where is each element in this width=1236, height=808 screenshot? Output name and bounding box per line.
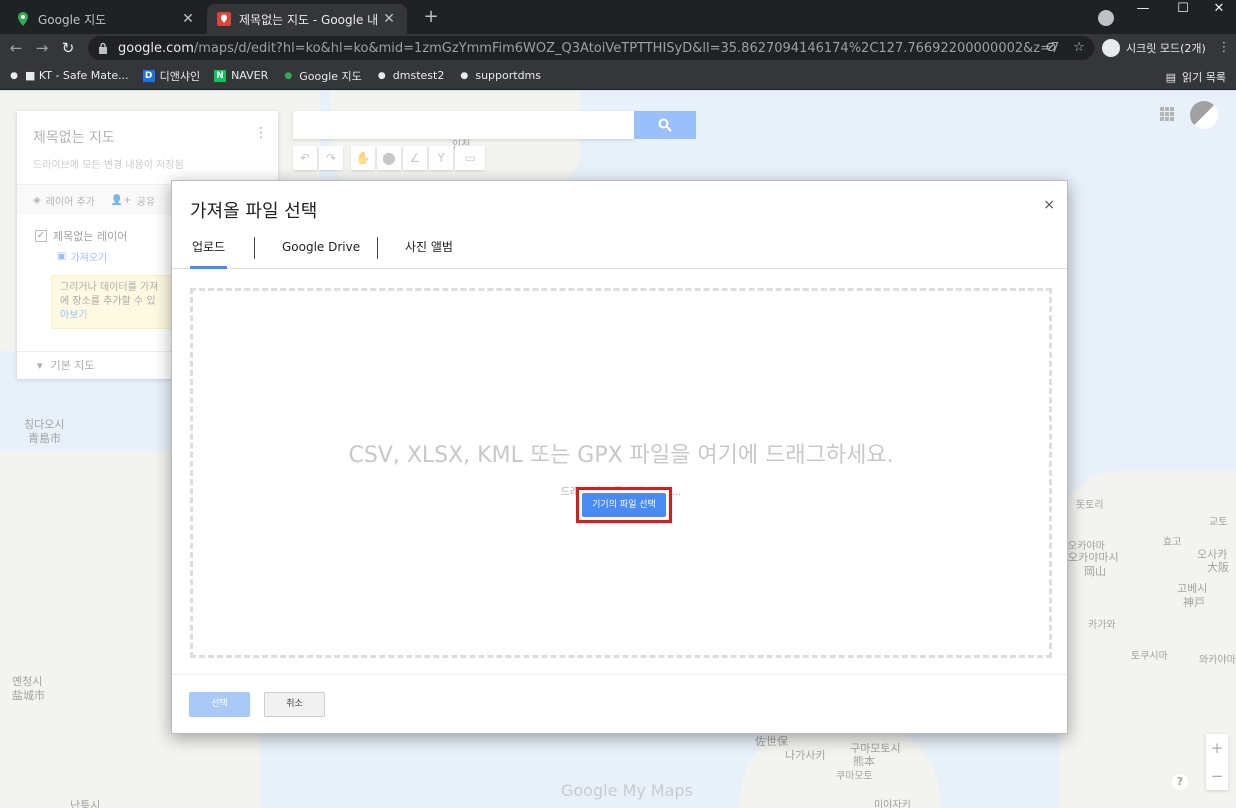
back-arrow-icon[interactable]: ←: [6, 38, 26, 58]
bookmark-naver[interactable]: N NAVER: [214, 69, 268, 82]
url-domain: google.com: [118, 40, 194, 56]
drop-instructions: CSV, XLSX, KML 또는 GPX 파일을 여기에 드래그하세요.: [348, 443, 894, 468]
dialog-tabs: 업로드 Google Drive 사진 앨범: [172, 233, 1067, 269]
address-bar[interactable]: google.com/maps/d/edit?hl=ko&hl=ko&mid=1…: [88, 36, 1094, 60]
reload-icon[interactable]: ↻: [58, 38, 78, 58]
bookmark-dmstest2[interactable]: ● dmstest2: [376, 69, 445, 82]
google-maps-pin-icon: [16, 12, 30, 26]
dnshine-icon: D: [142, 69, 155, 82]
bookmark-kt[interactable]: ● ■ KT - Safe Mate...: [8, 69, 129, 82]
tab-close-icon[interactable]: ✕: [381, 11, 397, 27]
incognito-label: 시크릿 모드(2개): [1126, 42, 1206, 55]
tab-upload[interactable]: 업로드: [190, 233, 228, 269]
tab-google-drive[interactable]: Google Drive: [282, 233, 360, 269]
browser-tab-bar: Google 지도 ✕ 제목없는 지도 - Google 내 지도 ✕ + — …: [0, 0, 1236, 34]
forward-arrow-icon[interactable]: →: [32, 38, 52, 58]
choose-file-highlight: 기기의 파일 선택: [576, 487, 672, 523]
incognito-indicator[interactable]: 시크릿 모드(2개): [1102, 37, 1206, 59]
new-tab-button[interactable]: +: [420, 6, 442, 28]
select-button[interactable]: 선택: [189, 692, 250, 717]
dialog-title: 가져올 파일 선택: [190, 201, 318, 222]
tab-close-icon[interactable]: ✕: [180, 11, 196, 27]
reading-list-button[interactable]: ▤ 읽기 목록: [1166, 69, 1226, 85]
tab-title: Google 지도: [38, 12, 107, 27]
close-icon[interactable]: ×: [1043, 197, 1055, 213]
bookmark-supportdms[interactable]: ● supportdms: [458, 69, 541, 82]
globe-icon: ●: [460, 70, 469, 81]
eye-off-icon[interactable]: ⊘: [1042, 39, 1060, 57]
url-path: /maps/d/edit?hl=ko&hl=ko&mid=1zmGzYmmFim…: [193, 40, 1060, 56]
tab-my-maps[interactable]: 제목없는 지도 - Google 내 지도 ✕: [207, 4, 407, 34]
bookmark-dnshine[interactable]: D 디앤샤인: [142, 68, 200, 84]
bookmark-google-maps[interactable]: ● Google 지도: [282, 68, 361, 84]
tab-google-maps[interactable]: Google 지도 ✕: [6, 4, 206, 34]
star-icon[interactable]: ☆: [1070, 39, 1088, 57]
window-close-icon[interactable]: ✕: [1196, 0, 1236, 30]
file-drop-zone[interactable]: CSV, XLSX, KML 또는 GPX 파일을 여기에 드래그하세요. 드래…: [190, 288, 1052, 658]
incognito-icon: [1102, 39, 1120, 57]
reading-list-icon: ▤: [1165, 70, 1177, 84]
lock-icon: [98, 42, 110, 54]
menu-dots-icon[interactable]: ⋮: [1215, 39, 1233, 57]
tab-title: 제목없는 지도 - Google 내 지도: [239, 12, 381, 27]
choose-device-file-button[interactable]: 기기의 파일 선택: [582, 493, 666, 517]
naver-icon: N: [214, 69, 227, 82]
import-file-dialog: 가져올 파일 선택 × 업로드 Google Drive 사진 앨범 CSV, …: [171, 180, 1068, 734]
my-maps-icon: [217, 12, 231, 26]
globe-icon: ●: [10, 70, 18, 81]
bookmarks-bar: ● ■ KT - Safe Mate... D 디앤샤인 N NAVER ● Googl…: [0, 62, 1236, 90]
globe-icon: ●: [377, 70, 386, 81]
google-maps-pin-icon: ●: [284, 70, 293, 81]
cancel-button[interactable]: 취소: [264, 692, 325, 717]
tab-photo-album[interactable]: 사진 앨범: [405, 233, 453, 269]
browser-toolbar: ← → ↻ google.com/maps/d/edit?hl=ko&hl=ko…: [0, 34, 1236, 62]
tab-search-icon[interactable]: [1098, 10, 1114, 26]
